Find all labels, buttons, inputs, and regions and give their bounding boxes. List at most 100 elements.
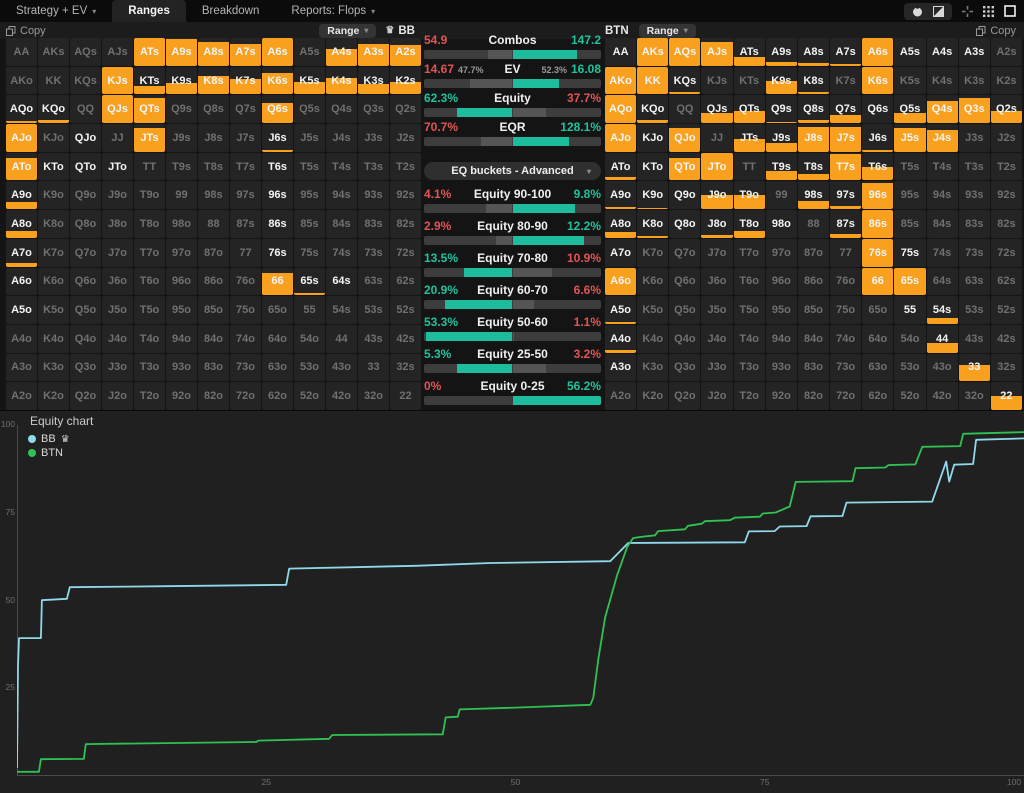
hand-cell-72o[interactable]: 72o [830, 382, 861, 410]
hand-cell-T9s[interactable]: T9s [766, 153, 797, 181]
hand-cell-T5s[interactable]: T5s [894, 153, 925, 181]
hand-cell-52s[interactable]: 52s [390, 296, 421, 324]
hand-cell-64s[interactable]: 64s [326, 268, 357, 296]
crosshair-icon[interactable] [962, 6, 973, 17]
hand-cell-K3o[interactable]: K3o [637, 354, 668, 382]
hand-cell-88[interactable]: 88 [798, 210, 829, 238]
hand-cell-J8o[interactable]: J8o [102, 210, 133, 238]
hand-cell-Q3s[interactable]: Q3s [358, 95, 389, 123]
hand-cell-99[interactable]: 99 [766, 181, 797, 209]
hand-cell-84o[interactable]: 84o [198, 325, 229, 353]
hand-cell-A8s[interactable]: A8s [798, 38, 829, 66]
hand-cell-94s[interactable]: 94s [326, 181, 357, 209]
hand-cell-A3o[interactable]: A3o [6, 354, 37, 382]
hand-cell-32s[interactable]: 32s [991, 354, 1022, 382]
dot-grid-icon[interactable] [983, 6, 994, 17]
theme-circle-icon[interactable] [912, 6, 923, 17]
hand-cell-98o[interactable]: 98o [166, 210, 197, 238]
hand-cell-T5o[interactable]: T5o [734, 296, 765, 324]
hand-cell-93s[interactable]: 93s [959, 181, 990, 209]
hand-cell-42o[interactable]: 42o [927, 382, 958, 410]
hand-cell-A2o[interactable]: A2o [6, 382, 37, 410]
hand-cell-JJ[interactable]: JJ [701, 124, 732, 152]
hand-cell-32o[interactable]: 32o [358, 382, 389, 410]
hand-cell-A8s[interactable]: A8s [198, 38, 229, 66]
hand-cell-55[interactable]: 55 [294, 296, 325, 324]
hand-cell-33[interactable]: 33 [358, 354, 389, 382]
hand-cell-65o[interactable]: 65o [862, 296, 893, 324]
hand-cell-Q5o[interactable]: Q5o [669, 296, 700, 324]
hand-cell-Q5s[interactable]: Q5s [294, 95, 325, 123]
hand-cell-86s[interactable]: 86s [262, 210, 293, 238]
hand-cell-42s[interactable]: 42s [991, 325, 1022, 353]
hand-cell-J9s[interactable]: J9s [766, 124, 797, 152]
hand-cell-72o[interactable]: 72o [230, 382, 261, 410]
hand-cell-QTs[interactable]: QTs [734, 95, 765, 123]
hand-cell-A9o[interactable]: A9o [6, 181, 37, 209]
hand-cell-52o[interactable]: 52o [294, 382, 325, 410]
hand-cell-63o[interactable]: 63o [862, 354, 893, 382]
hand-cell-A4o[interactable]: A4o [605, 325, 636, 353]
hand-cell-K9o[interactable]: K9o [637, 181, 668, 209]
hand-cell-Q9s[interactable]: Q9s [166, 95, 197, 123]
hand-cell-98s[interactable]: 98s [798, 181, 829, 209]
hand-cell-82o[interactable]: 82o [198, 382, 229, 410]
hand-cell-T8o[interactable]: T8o [734, 210, 765, 238]
hand-cell-33[interactable]: 33 [959, 354, 990, 382]
hand-cell-83s[interactable]: 83s [358, 210, 389, 238]
hand-cell-T9o[interactable]: T9o [134, 181, 165, 209]
hand-cell-K9s[interactable]: K9s [766, 67, 797, 95]
hand-cell-K4s[interactable]: K4s [326, 67, 357, 95]
hand-cell-AQo[interactable]: AQo [6, 95, 37, 123]
hand-cell-A3s[interactable]: A3s [358, 38, 389, 66]
hand-cell-J2o[interactable]: J2o [102, 382, 133, 410]
hand-cell-J7s[interactable]: J7s [230, 124, 261, 152]
hand-cell-A8o[interactable]: A8o [6, 210, 37, 238]
hand-cell-J6s[interactable]: J6s [862, 124, 893, 152]
hand-cell-KTo[interactable]: KTo [38, 153, 69, 181]
hand-cell-93o[interactable]: 93o [766, 354, 797, 382]
hand-cell-A9o[interactable]: A9o [605, 181, 636, 209]
hand-cell-97s[interactable]: 97s [830, 181, 861, 209]
hand-cell-87s[interactable]: 87s [230, 210, 261, 238]
hand-cell-A8o[interactable]: A8o [605, 210, 636, 238]
hand-cell-A6s[interactable]: A6s [862, 38, 893, 66]
hand-cell-A9s[interactable]: A9s [766, 38, 797, 66]
hand-cell-T7o[interactable]: T7o [134, 239, 165, 267]
hand-cell-54o[interactable]: 54o [294, 325, 325, 353]
hand-cell-53o[interactable]: 53o [294, 354, 325, 382]
hand-cell-AJo[interactable]: AJo [6, 124, 37, 152]
hand-cell-73s[interactable]: 73s [358, 239, 389, 267]
hand-cell-KTo[interactable]: KTo [637, 153, 668, 181]
hand-cell-Q2s[interactable]: Q2s [991, 95, 1022, 123]
hand-cell-96s[interactable]: 96s [862, 181, 893, 209]
hand-cell-Q3o[interactable]: Q3o [669, 354, 700, 382]
hand-cell-J9o[interactable]: J9o [102, 181, 133, 209]
hand-cell-96o[interactable]: 96o [166, 268, 197, 296]
hand-cell-K6s[interactable]: K6s [262, 67, 293, 95]
hand-cell-84s[interactable]: 84s [326, 210, 357, 238]
hand-cell-73o[interactable]: 73o [830, 354, 861, 382]
hand-cell-KQo[interactable]: KQo [637, 95, 668, 123]
hand-cell-74s[interactable]: 74s [326, 239, 357, 267]
hand-cell-ATo[interactable]: ATo [605, 153, 636, 181]
hand-cell-K3s[interactable]: K3s [959, 67, 990, 95]
hand-cell-AQo[interactable]: AQo [605, 95, 636, 123]
hand-cell-66[interactable]: 66 [862, 268, 893, 296]
hand-cell-J5s[interactable]: J5s [294, 124, 325, 152]
hand-cell-63s[interactable]: 63s [959, 268, 990, 296]
hand-cell-T3s[interactable]: T3s [358, 153, 389, 181]
hand-cell-Q9o[interactable]: Q9o [669, 181, 700, 209]
hand-cell-Q7o[interactable]: Q7o [669, 239, 700, 267]
hand-cell-53s[interactable]: 53s [358, 296, 389, 324]
hand-cell-88[interactable]: 88 [198, 210, 229, 238]
hand-cell-T9o[interactable]: T9o [734, 181, 765, 209]
hand-cell-T6o[interactable]: T6o [734, 268, 765, 296]
hand-cell-J3s[interactable]: J3s [959, 124, 990, 152]
tab-breakdown[interactable]: Breakdown [186, 0, 276, 22]
hand-cell-Q6s[interactable]: Q6s [262, 95, 293, 123]
hand-cell-KQo[interactable]: KQo [38, 95, 69, 123]
hand-cell-J2s[interactable]: J2s [991, 124, 1022, 152]
hand-cell-96s[interactable]: 96s [262, 181, 293, 209]
hand-cell-K6s[interactable]: K6s [862, 67, 893, 95]
